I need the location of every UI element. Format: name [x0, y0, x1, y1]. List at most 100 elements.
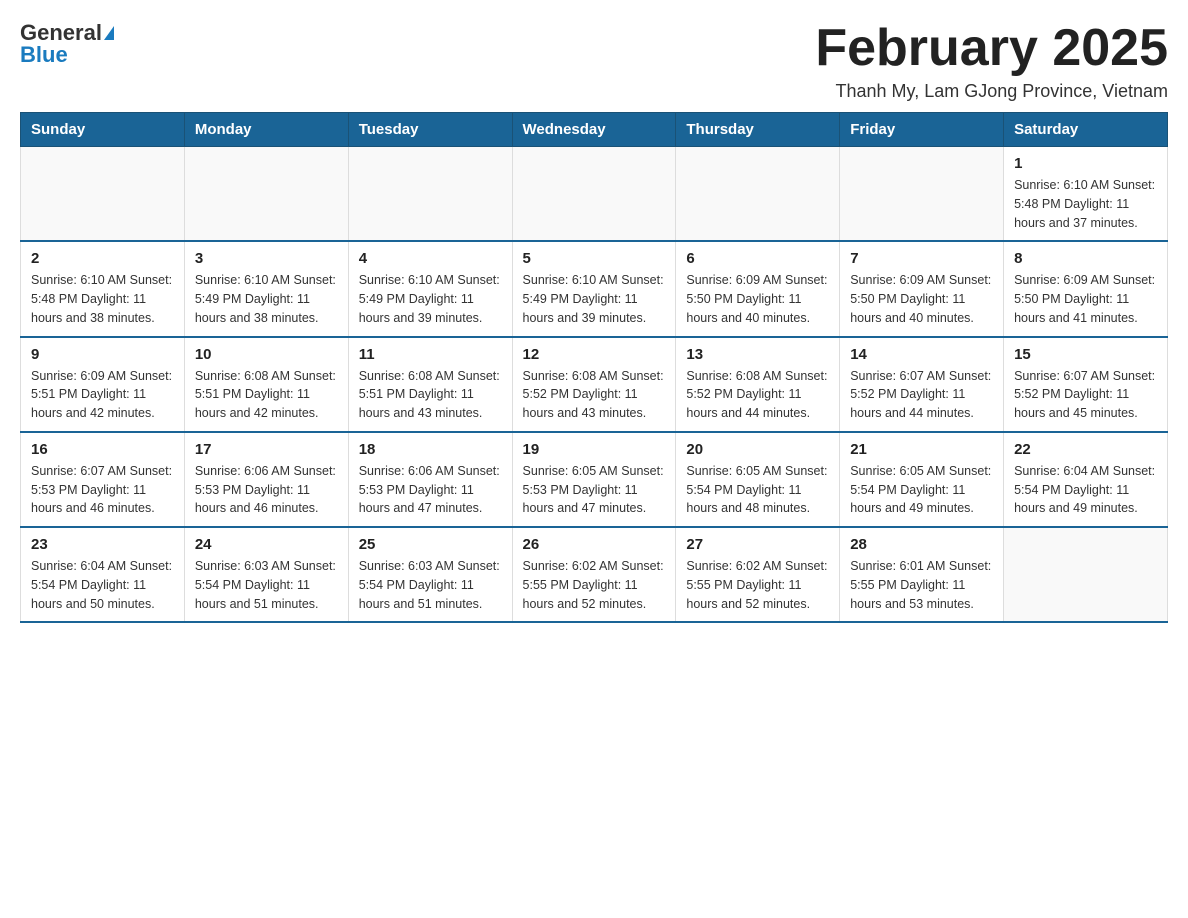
day-info: Sunrise: 6:08 AM Sunset: 5:52 PM Dayligh…: [686, 367, 829, 423]
day-number: 16: [31, 441, 174, 458]
weekday-header-sunday: Sunday: [21, 113, 185, 147]
day-info: Sunrise: 6:07 AM Sunset: 5:52 PM Dayligh…: [1014, 367, 1157, 423]
calendar-week-1: 2 Sunrise: 6:10 AM Sunset: 5:48 PM Daylig…: [21, 241, 1168, 336]
calendar-week-4: 23 Sunrise: 6:04 AM Sunset: 5:54 PM Dayli…: [21, 527, 1168, 622]
calendar-cell: [348, 147, 512, 242]
calendar-cell: 20Sunrise: 6:05 AM Sunset: 5:54 PM Dayli…: [676, 432, 840, 527]
day-number: 23: [31, 536, 174, 553]
day-info: Sunrise: 6:02 AM Sunset: 5:55 PM Dayligh…: [523, 557, 666, 613]
day-info: Sunrise: 6:06 AM Sunset: 5:53 PM Dayligh…: [359, 462, 502, 518]
day-info: Sunrise: 6:05 AM Sunset: 5:53 PM Dayligh…: [523, 462, 666, 518]
day-number: 27: [686, 536, 829, 553]
day-info: Sunrise: 6:09 AM Sunset: 5:51 PM Dayligh…: [31, 367, 174, 423]
day-info: Sunrise: 6:06 AM Sunset: 5:53 PM Dayligh…: [195, 462, 338, 518]
day-number: 8: [1014, 250, 1157, 267]
calendar-cell: [512, 147, 676, 242]
calendar-cell: [1004, 527, 1168, 622]
calendar-cell: 18 Sunrise: 6:06 AM Sunset: 5:53 PM Dayli…: [348, 432, 512, 527]
day-info: Sunrise: 6:10 AM Sunset: 5:48 PM Dayligh…: [31, 271, 174, 327]
logo-triangle-icon: [104, 26, 114, 40]
weekday-header-friday: Friday: [840, 113, 1004, 147]
calendar-cell: 15 Sunrise: 6:07 AM Sunset: 5:52 PM Dayli…: [1004, 337, 1168, 432]
day-info: Sunrise: 6:10 AM Sunset: 5:49 PM Dayligh…: [195, 271, 338, 327]
day-number: 14: [850, 346, 993, 363]
day-info: Sunrise: 6:09 AM Sunset: 5:50 PM Dayligh…: [686, 271, 829, 327]
day-number: 1: [1014, 155, 1157, 172]
calendar-cell: 4 Sunrise: 6:10 AM Sunset: 5:49 PM Daylig…: [348, 241, 512, 336]
day-info: Sunrise: 6:08 AM Sunset: 5:52 PM Dayligh…: [523, 367, 666, 423]
day-number: 18: [359, 441, 502, 458]
logo: General Blue: [20, 20, 114, 68]
calendar-cell: 19Sunrise: 6:05 AM Sunset: 5:53 PM Dayli…: [512, 432, 676, 527]
calendar-cell: 23 Sunrise: 6:04 AM Sunset: 5:54 PM Dayli…: [21, 527, 185, 622]
calendar-header: SundayMondayTuesdayWednesdayThursdayFrid…: [21, 113, 1168, 147]
day-info: Sunrise: 6:04 AM Sunset: 5:54 PM Dayligh…: [31, 557, 174, 613]
day-number: 25: [359, 536, 502, 553]
calendar-cell: 1 Sunrise: 6:10 AM Sunset: 5:48 PM Daylig…: [1004, 147, 1168, 242]
calendar-week-3: 16Sunrise: 6:07 AM Sunset: 5:53 PM Dayli…: [21, 432, 1168, 527]
calendar-cell: 21 Sunrise: 6:05 AM Sunset: 5:54 PM Dayli…: [840, 432, 1004, 527]
day-number: 6: [686, 250, 829, 267]
day-info: Sunrise: 6:08 AM Sunset: 5:51 PM Dayligh…: [359, 367, 502, 423]
day-info: Sunrise: 6:03 AM Sunset: 5:54 PM Dayligh…: [195, 557, 338, 613]
calendar-cell: 28 Sunrise: 6:01 AM Sunset: 5:55 PM Dayli…: [840, 527, 1004, 622]
logo-blue-text: Blue: [20, 42, 68, 68]
weekday-header-monday: Monday: [184, 113, 348, 147]
calendar-table: SundayMondayTuesdayWednesdayThursdayFrid…: [20, 112, 1168, 623]
day-info: Sunrise: 6:07 AM Sunset: 5:52 PM Dayligh…: [850, 367, 993, 423]
calendar-cell: 25 Sunrise: 6:03 AM Sunset: 5:54 PM Dayli…: [348, 527, 512, 622]
day-info: Sunrise: 6:10 AM Sunset: 5:49 PM Dayligh…: [523, 271, 666, 327]
day-number: 9: [31, 346, 174, 363]
weekday-header-wednesday: Wednesday: [512, 113, 676, 147]
day-info: Sunrise: 6:04 AM Sunset: 5:54 PM Dayligh…: [1014, 462, 1157, 518]
day-info: Sunrise: 6:09 AM Sunset: 5:50 PM Dayligh…: [1014, 271, 1157, 327]
day-info: Sunrise: 6:05 AM Sunset: 5:54 PM Dayligh…: [850, 462, 993, 518]
weekday-header-thursday: Thursday: [676, 113, 840, 147]
day-number: 26: [523, 536, 666, 553]
day-info: Sunrise: 6:10 AM Sunset: 5:49 PM Dayligh…: [359, 271, 502, 327]
day-number: 24: [195, 536, 338, 553]
calendar-cell: 16Sunrise: 6:07 AM Sunset: 5:53 PM Dayli…: [21, 432, 185, 527]
calendar-cell: 3 Sunrise: 6:10 AM Sunset: 5:49 PM Daylig…: [184, 241, 348, 336]
day-number: 17: [195, 441, 338, 458]
day-number: 2: [31, 250, 174, 267]
calendar-cell: 9 Sunrise: 6:09 AM Sunset: 5:51 PM Daylig…: [21, 337, 185, 432]
day-info: Sunrise: 6:03 AM Sunset: 5:54 PM Dayligh…: [359, 557, 502, 613]
calendar-cell: 10Sunrise: 6:08 AM Sunset: 5:51 PM Dayli…: [184, 337, 348, 432]
day-number: 7: [850, 250, 993, 267]
day-number: 11: [359, 346, 502, 363]
calendar-cell: [840, 147, 1004, 242]
day-info: Sunrise: 6:10 AM Sunset: 5:48 PM Dayligh…: [1014, 176, 1157, 232]
day-number: 20: [686, 441, 829, 458]
calendar-cell: 17 Sunrise: 6:06 AM Sunset: 5:53 PM Dayli…: [184, 432, 348, 527]
page-header: General Blue February 2025 Thanh My, Lam…: [20, 20, 1168, 102]
calendar-cell: 13 Sunrise: 6:08 AM Sunset: 5:52 PM Dayli…: [676, 337, 840, 432]
calendar-cell: 8 Sunrise: 6:09 AM Sunset: 5:50 PM Daylig…: [1004, 241, 1168, 336]
calendar-week-0: 1 Sunrise: 6:10 AM Sunset: 5:48 PM Daylig…: [21, 147, 1168, 242]
calendar-body: 1 Sunrise: 6:10 AM Sunset: 5:48 PM Daylig…: [21, 147, 1168, 623]
title-block: February 2025 Thanh My, Lam GJong Provin…: [815, 20, 1168, 102]
day-number: 3: [195, 250, 338, 267]
calendar-cell: 26 Sunrise: 6:02 AM Sunset: 5:55 PM Dayli…: [512, 527, 676, 622]
day-info: Sunrise: 6:08 AM Sunset: 5:51 PM Dayligh…: [195, 367, 338, 423]
day-info: Sunrise: 6:09 AM Sunset: 5:50 PM Dayligh…: [850, 271, 993, 327]
day-number: 5: [523, 250, 666, 267]
calendar-cell: 5 Sunrise: 6:10 AM Sunset: 5:49 PM Daylig…: [512, 241, 676, 336]
day-number: 28: [850, 536, 993, 553]
calendar-cell: [21, 147, 185, 242]
weekday-row: SundayMondayTuesdayWednesdayThursdayFrid…: [21, 113, 1168, 147]
weekday-header-saturday: Saturday: [1004, 113, 1168, 147]
day-number: 21: [850, 441, 993, 458]
day-number: 22: [1014, 441, 1157, 458]
day-number: 4: [359, 250, 502, 267]
day-number: 13: [686, 346, 829, 363]
calendar-cell: 2 Sunrise: 6:10 AM Sunset: 5:48 PM Daylig…: [21, 241, 185, 336]
calendar-week-2: 9 Sunrise: 6:09 AM Sunset: 5:51 PM Daylig…: [21, 337, 1168, 432]
calendar-cell: [184, 147, 348, 242]
day-info: Sunrise: 6:01 AM Sunset: 5:55 PM Dayligh…: [850, 557, 993, 613]
day-number: 12: [523, 346, 666, 363]
calendar-cell: 12 Sunrise: 6:08 AM Sunset: 5:52 PM Dayli…: [512, 337, 676, 432]
calendar-cell: 14 Sunrise: 6:07 AM Sunset: 5:52 PM Dayli…: [840, 337, 1004, 432]
day-number: 15: [1014, 346, 1157, 363]
calendar-cell: 6 Sunrise: 6:09 AM Sunset: 5:50 PM Daylig…: [676, 241, 840, 336]
